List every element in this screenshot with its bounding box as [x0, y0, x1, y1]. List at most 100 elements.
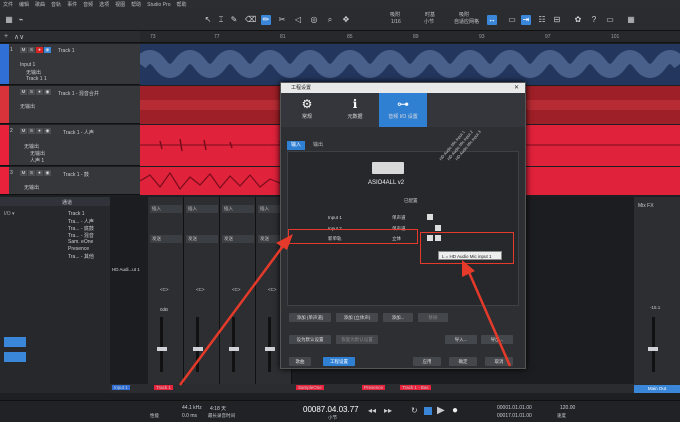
menu-studio-pro[interactable]: Studio Pro — [147, 2, 170, 8]
quantize-value[interactable]: 自适应网格 — [454, 19, 479, 25]
restore-default-button[interactable]: 恢复为默认设置 — [336, 335, 378, 344]
track-header-3[interactable]: 2 M S ● ◉ Track 1 - 人声 无输出 无输出 人声 1 — [0, 125, 140, 166]
channel-row[interactable]: Tra... - 混音 — [68, 232, 94, 239]
track-name[interactable]: Track 1 - 混音合并 — [58, 90, 99, 97]
insert-slot[interactable]: 插入 — [186, 205, 218, 213]
record-button[interactable]: ● — [36, 89, 43, 95]
send-slot[interactable]: 发送 — [150, 235, 182, 243]
paint-tool-icon[interactable]: ✏ — [261, 15, 271, 25]
monitor-button[interactable]: ◉ — [44, 89, 51, 95]
eraser-tool-icon[interactable]: ⌫ — [245, 15, 256, 25]
apply-button[interactable]: 应用 — [413, 357, 441, 366]
menu-track[interactable]: 音轨 — [51, 1, 61, 8]
main-out-fader[interactable] — [652, 317, 655, 372]
grid-icon[interactable]: ▦ — [4, 15, 14, 25]
track-output[interactable]: 无输出 — [30, 150, 45, 157]
settings-icon[interactable]: ✿ — [573, 15, 583, 25]
mute-button[interactable]: M — [20, 89, 27, 95]
track-header-2[interactable]: M S ● ◉ Track 1 - 混音合并 无输出 — [0, 86, 140, 124]
record-button[interactable]: ● — [36, 47, 43, 53]
add-button[interactable]: 添加... — [383, 313, 413, 322]
solo-button[interactable]: S — [28, 128, 35, 134]
track-name[interactable]: Track 1 — [58, 48, 74, 54]
solo-button[interactable]: S — [28, 170, 35, 176]
insert-slot[interactable]: 插入 — [222, 205, 254, 213]
send-slot[interactable]: 发送 — [222, 235, 254, 243]
matrix-cell[interactable] — [427, 214, 433, 220]
track-lane-1[interactable] — [140, 44, 680, 85]
layout-icon[interactable]: ▦ — [626, 15, 636, 25]
channel-row[interactable]: Sam. eOne — [68, 239, 93, 245]
mute-tool-icon[interactable]: ✂ — [277, 15, 287, 25]
menu-edit[interactable]: 编辑 — [19, 1, 29, 8]
volume-fader[interactable] — [268, 317, 271, 372]
range-tool-icon[interactable]: ⌶ — [216, 15, 226, 25]
mute-button[interactable]: M — [20, 47, 27, 53]
autoscroll-icon[interactable]: ▭ — [507, 15, 517, 25]
track-input[interactable]: Input 1 — [20, 62, 35, 68]
song-button[interactable]: 歌曲 — [289, 357, 311, 366]
import-button[interactable]: 导入... — [445, 335, 477, 344]
track-name[interactable]: Track 1 - 鼓 — [63, 171, 89, 178]
bend-tool-icon[interactable]: ◁ — [293, 15, 303, 25]
timebase-value[interactable]: 小节 — [424, 19, 434, 25]
matrix-cell[interactable] — [435, 225, 441, 231]
link-icon[interactable]: ⌁ — [16, 15, 26, 25]
zoom-tool-icon[interactable]: ⌕ — [325, 15, 335, 25]
track-name[interactable]: Track 1 - 人声 — [63, 129, 94, 136]
cancel-button[interactable]: 取消 — [485, 357, 513, 366]
track-output[interactable]: 无输出 — [26, 69, 41, 76]
pan-value[interactable]: <C> — [268, 287, 277, 292]
close-icon[interactable]: ✕ — [514, 83, 519, 93]
monitor-button[interactable]: ◉ — [44, 47, 51, 53]
loop-icon[interactable]: ⊟ — [552, 15, 562, 25]
track-header-1[interactable]: 1 M S ● ◉ Track 1 Input 1 无输出 Track 1 1 — [0, 44, 140, 85]
record-button[interactable]: ● — [36, 128, 43, 134]
input-row-name[interactable]: Input 1 — [328, 215, 342, 220]
pan-value[interactable]: <C> — [160, 287, 169, 292]
fader-handle[interactable] — [193, 347, 203, 351]
hand-tool-icon[interactable]: ✥ — [341, 15, 351, 25]
fader-handle[interactable] — [265, 347, 275, 351]
add-mono-button[interactable]: 添加 (单声道) — [289, 313, 331, 322]
play-icon[interactable]: ▶ — [437, 405, 445, 416]
menu-help[interactable]: 帮助 — [131, 1, 141, 8]
menu-options[interactable]: 选项 — [99, 1, 109, 8]
track-input[interactable]: 无输出 — [24, 184, 39, 191]
timeline-ruler[interactable]: 73 77 81 85 89 93 97 101 — [140, 31, 680, 43]
follow-icon[interactable]: ⇥ — [521, 15, 531, 25]
channel-row[interactable]: Tra... - 其他 — [68, 253, 94, 260]
help-icon[interactable]: ? — [589, 15, 599, 25]
automation-icon[interactable]: ∧∨ — [14, 33, 24, 41]
solo-button[interactable]: S — [28, 89, 35, 95]
monitor-button[interactable]: ◉ — [44, 170, 51, 176]
record-button[interactable]: ● — [36, 170, 43, 176]
stop-button[interactable] — [424, 407, 432, 415]
record-icon[interactable]: ● — [452, 405, 458, 416]
loop-icon[interactable]: ↻ — [411, 406, 418, 415]
loop-end[interactable]: 00017.01.01.00 — [497, 413, 532, 419]
track-header-4[interactable]: 3 M S ● ◉ Track 1 - 鼓 无输出 — [0, 167, 140, 195]
monitor-button[interactable]: ◉ — [44, 128, 51, 134]
send-slot[interactable]: 发送 — [186, 235, 218, 243]
set-default-button[interactable]: 设为默认设置 — [289, 335, 331, 344]
pan-value[interactable]: <C> — [232, 287, 241, 292]
position-display[interactable]: 00087.04.03.77 — [303, 405, 359, 414]
volume-fader[interactable] — [196, 317, 199, 372]
arrow-tool-icon[interactable]: ↖ — [203, 15, 213, 25]
tab-audio-io[interactable]: ⊶ 音频 I/O 设置 — [379, 93, 427, 127]
menu-event[interactable]: 事件 — [67, 1, 77, 8]
snap-value[interactable]: 1/16 — [391, 19, 401, 25]
menu-help-2[interactable]: 帮助 — [177, 1, 187, 8]
menu-view[interactable]: 视图 — [115, 1, 125, 8]
subtab-inputs[interactable]: 输入 — [287, 141, 306, 150]
project-settings-button[interactable]: 工程设置 — [323, 357, 355, 366]
mute-button[interactable]: M — [20, 128, 27, 134]
fast-forward-icon[interactable]: ▸▸ — [384, 406, 392, 415]
export-button[interactable]: 导出... — [481, 335, 513, 344]
audio-bend-icon[interactable]: ☷ — [537, 15, 547, 25]
snap-toggle-icon[interactable]: ↔ — [487, 15, 497, 25]
add-track-icon[interactable]: + — [4, 33, 8, 40]
remove-button[interactable]: 移除 — [418, 313, 448, 322]
window-icon[interactable]: ▭ — [605, 15, 615, 25]
